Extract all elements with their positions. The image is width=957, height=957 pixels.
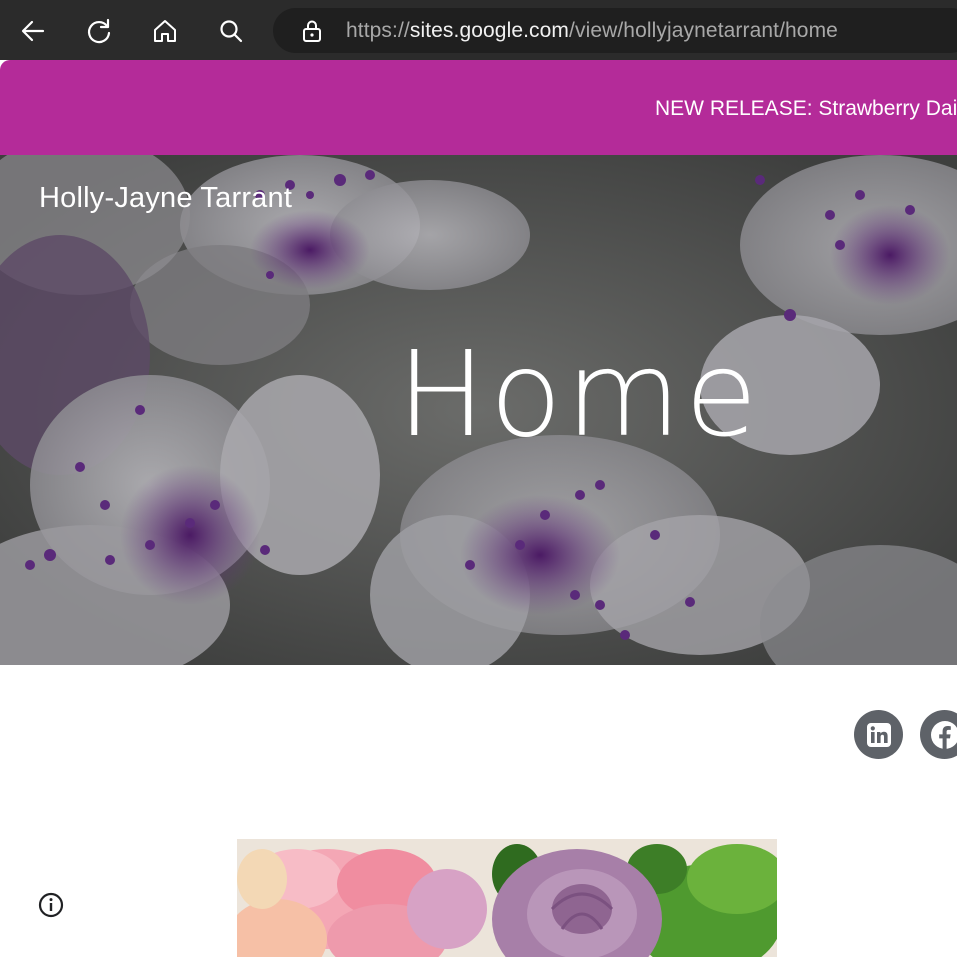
- roses-illustration: [237, 839, 777, 957]
- linkedin-icon[interactable]: [854, 710, 903, 759]
- site-title[interactable]: Holly-Jayne Tarrant: [39, 182, 292, 215]
- lock-icon[interactable]: [301, 19, 323, 48]
- reload-icon[interactable]: [80, 12, 118, 50]
- announcement-banner: NEW RELEASE: Strawberry Dai: [0, 60, 957, 155]
- search-icon[interactable]: [212, 12, 250, 50]
- url-host: sites.google.com: [409, 19, 570, 42]
- url-scheme: https://: [346, 19, 410, 42]
- page-title: Home: [397, 325, 762, 463]
- info-icon[interactable]: [37, 891, 65, 919]
- address-bar[interactable]: https://sites.google.com/view/hollyjayne…: [273, 8, 957, 53]
- facebook-icon[interactable]: [920, 710, 957, 759]
- hero-section: Holly-Jayne Tarrant Home: [0, 155, 957, 665]
- url-text: https://sites.google.com/view/hollyjayne…: [346, 19, 838, 43]
- roses-image: [237, 839, 777, 957]
- back-icon[interactable]: [14, 12, 52, 50]
- browser-toolbar: https://sites.google.com/view/hollyjayne…: [0, 0, 957, 60]
- banner-text[interactable]: NEW RELEASE: Strawberry Dai: [655, 97, 957, 121]
- url-path: /view/hollyjaynetarrant/home: [569, 19, 838, 42]
- home-icon[interactable]: [146, 12, 184, 50]
